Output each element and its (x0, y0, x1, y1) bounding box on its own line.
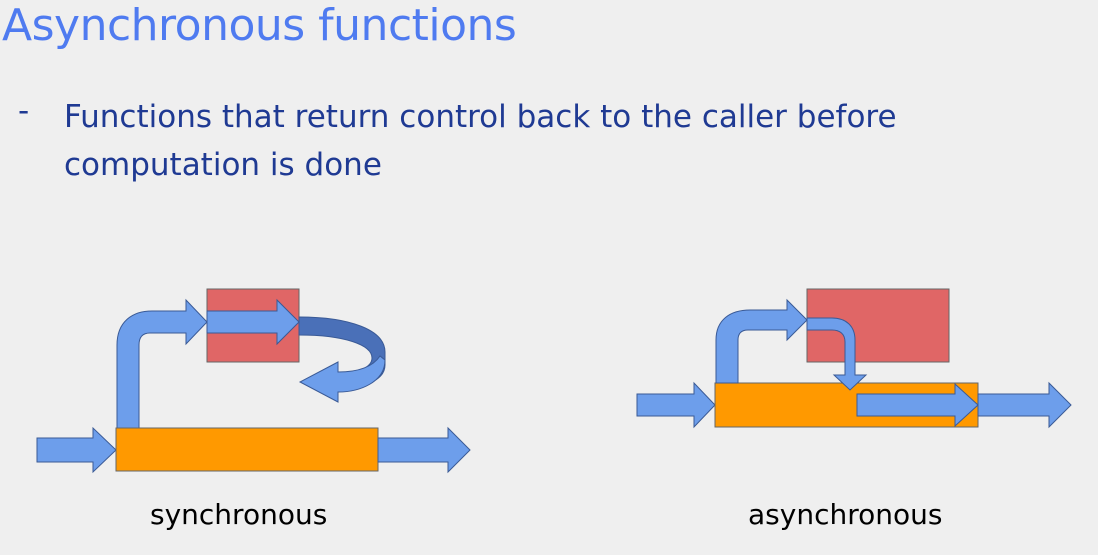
asynchronous-caption: asynchronous (748, 498, 943, 531)
async-outgoing-arrow (977, 381, 1072, 429)
sync-incoming-arrow (36, 426, 117, 474)
asynchronous-diagram (636, 288, 1072, 429)
diagrams-svg (36, 288, 1072, 474)
slide: Asynchronous functions - Functions that … (0, 0, 1098, 555)
synchronous-diagram (36, 288, 471, 474)
sync-call-arrow (116, 298, 208, 429)
synchronous-caption: synchronous (150, 498, 328, 531)
sync-caller-bar (115, 427, 379, 472)
async-call-arrow (715, 298, 808, 384)
async-incoming-arrow (636, 381, 716, 429)
sync-outgoing-arrow (377, 426, 471, 474)
